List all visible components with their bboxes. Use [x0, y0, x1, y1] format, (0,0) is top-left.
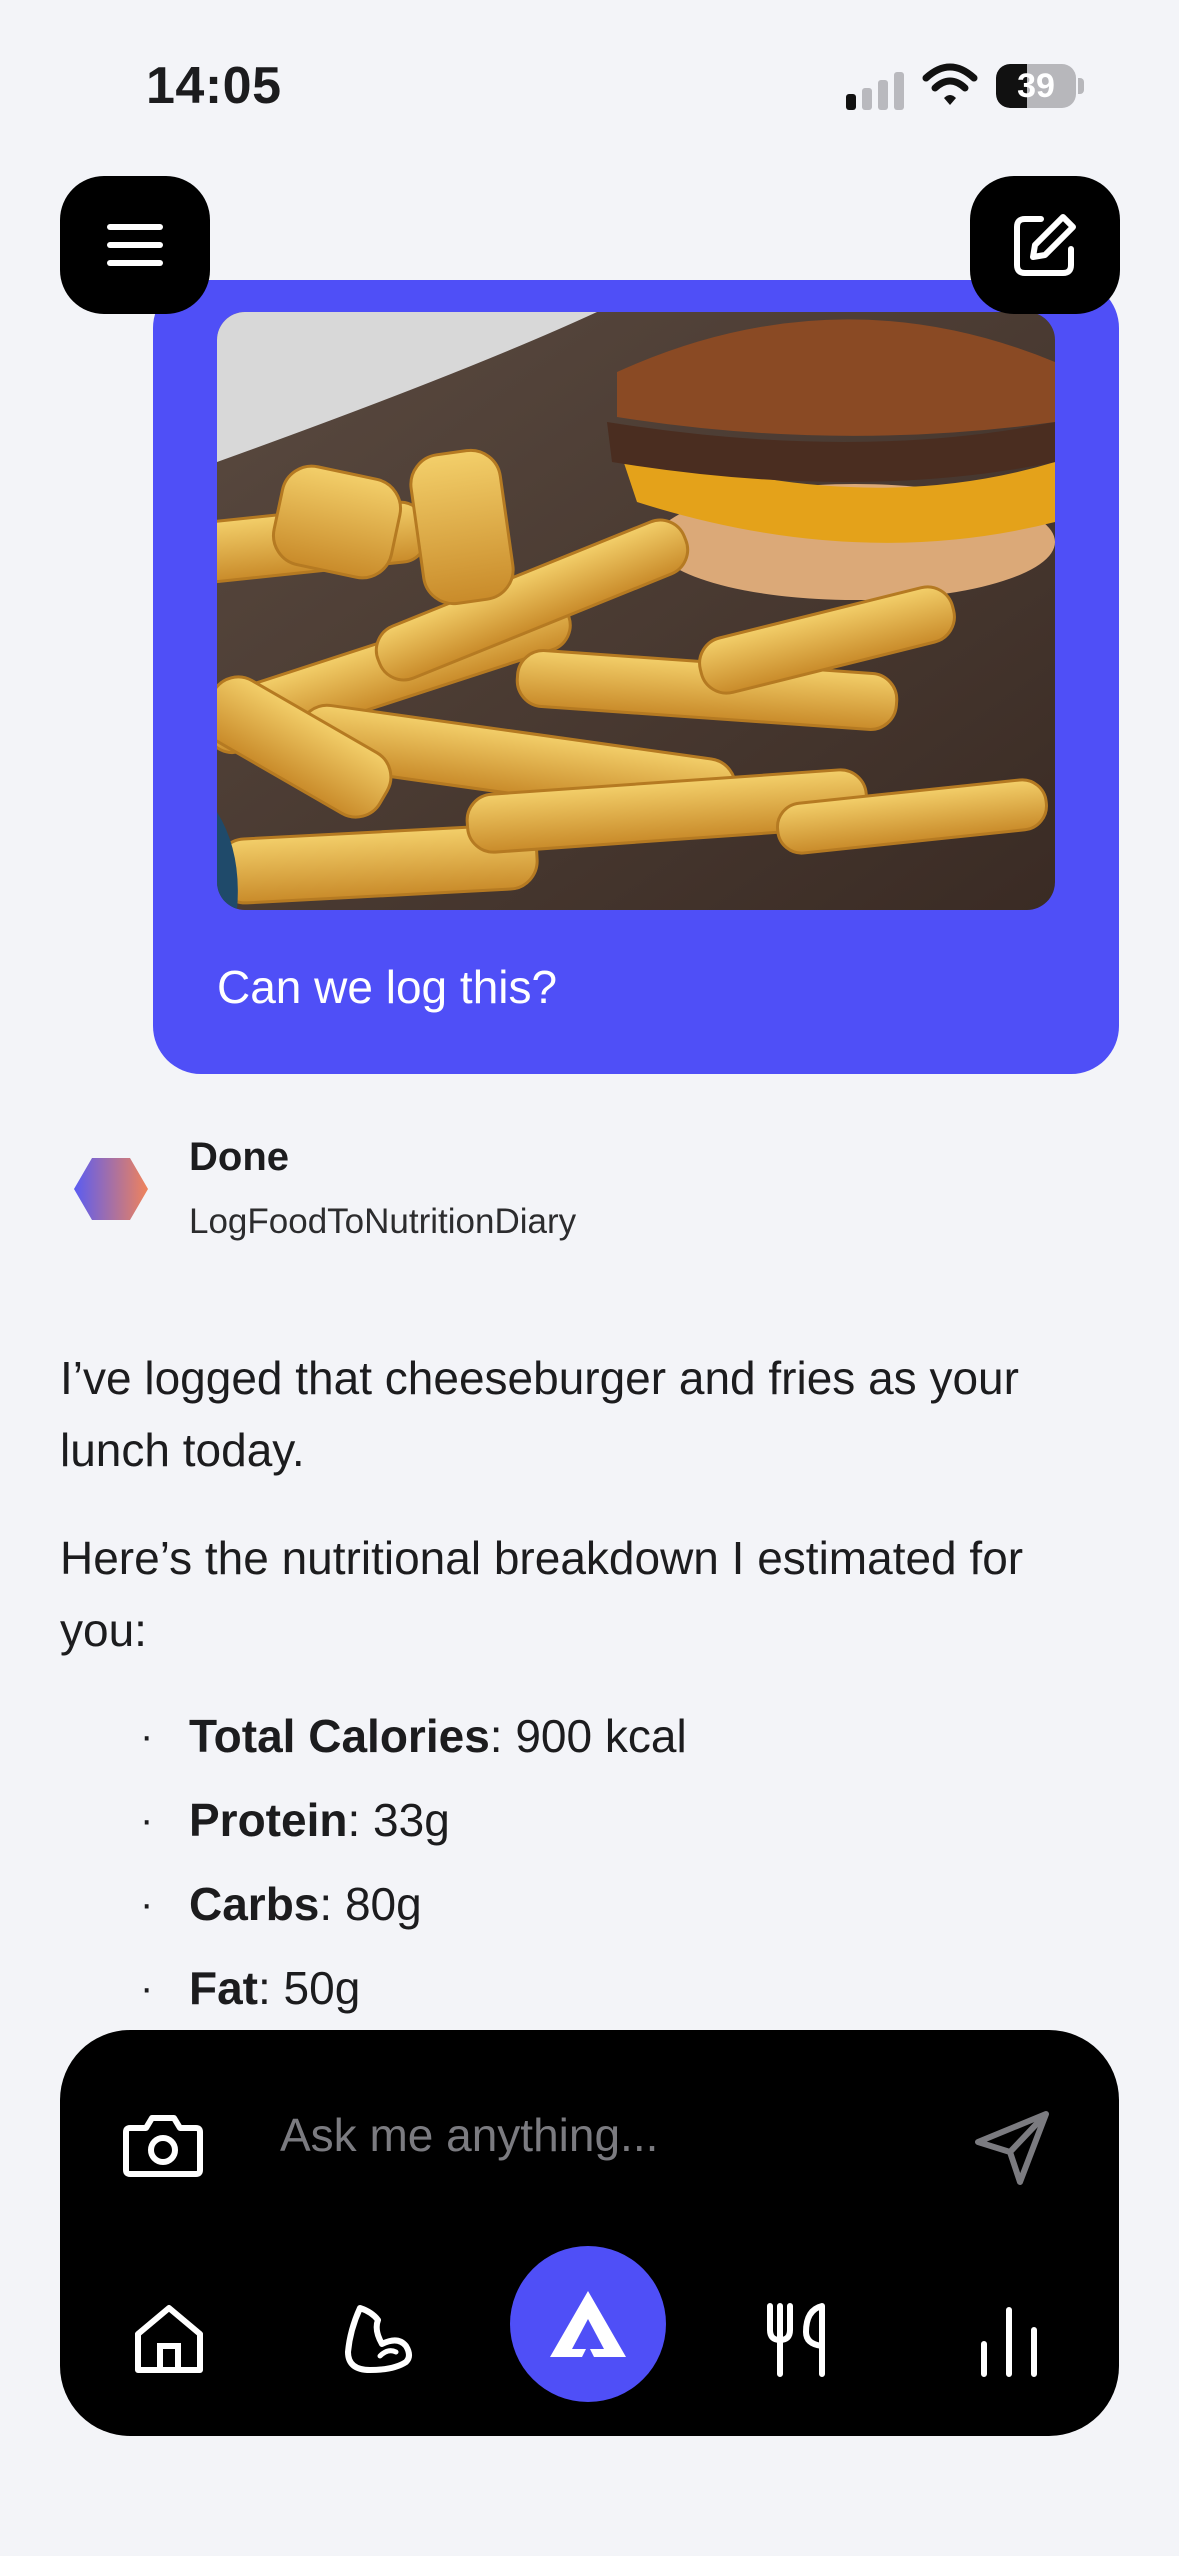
- fat-label: Fat: [189, 1962, 258, 2014]
- response-paragraph-1: I’ve logged that cheeseburger and fries …: [60, 1352, 1019, 1476]
- food-photo[interactable]: [217, 312, 1055, 910]
- response-paragraph-2: Here’s the nutritional breakdown I estim…: [60, 1532, 1024, 1656]
- cellular-signal-icon: [846, 68, 904, 110]
- wifi-icon: [922, 63, 978, 105]
- tool-status: Done: [189, 1135, 289, 1179]
- battery-cap: [1078, 78, 1084, 94]
- assistant-tab-button[interactable]: [510, 2246, 666, 2402]
- battery-percentage: 39: [1017, 66, 1055, 105]
- stats-icon[interactable]: [970, 2300, 1048, 2378]
- hamburger-icon: [107, 224, 163, 266]
- status-time: 14:05: [146, 57, 282, 115]
- battery-icon: 39: [996, 64, 1076, 108]
- fork-knife-icon[interactable]: [760, 2300, 838, 2378]
- user-message-bubble: Can we log this?: [153, 280, 1119, 1074]
- camera-icon[interactable]: [122, 2112, 204, 2178]
- send-icon[interactable]: [972, 2108, 1052, 2188]
- calories-label: Total Calories: [189, 1710, 490, 1762]
- carbs-value: : 80g: [319, 1878, 422, 1930]
- home-icon[interactable]: [130, 2300, 208, 2378]
- new-chat-button[interactable]: [970, 176, 1120, 314]
- protein-label: Protein: [189, 1794, 348, 1846]
- protein-value: : 33g: [347, 1794, 450, 1846]
- muscle-icon[interactable]: [340, 2300, 418, 2378]
- calories-value: : 900 kcal: [489, 1710, 687, 1762]
- hexagon-tool-icon: [74, 1158, 148, 1220]
- compose-icon: [1014, 214, 1076, 276]
- carbs-label: Carbs: [189, 1878, 320, 1930]
- fat-value: : 50g: [258, 1962, 361, 2014]
- message-input[interactable]: Ask me anything...: [280, 2108, 658, 2162]
- burger-fries-image: [217, 312, 1055, 910]
- app-logo-icon: [550, 2291, 626, 2357]
- menu-button[interactable]: [60, 176, 210, 314]
- user-message-text: Can we log this?: [217, 961, 558, 1013]
- tool-name: LogFoodToNutritionDiary: [189, 1202, 577, 1241]
- bottom-bar: Ask me anything...: [60, 2030, 1119, 2436]
